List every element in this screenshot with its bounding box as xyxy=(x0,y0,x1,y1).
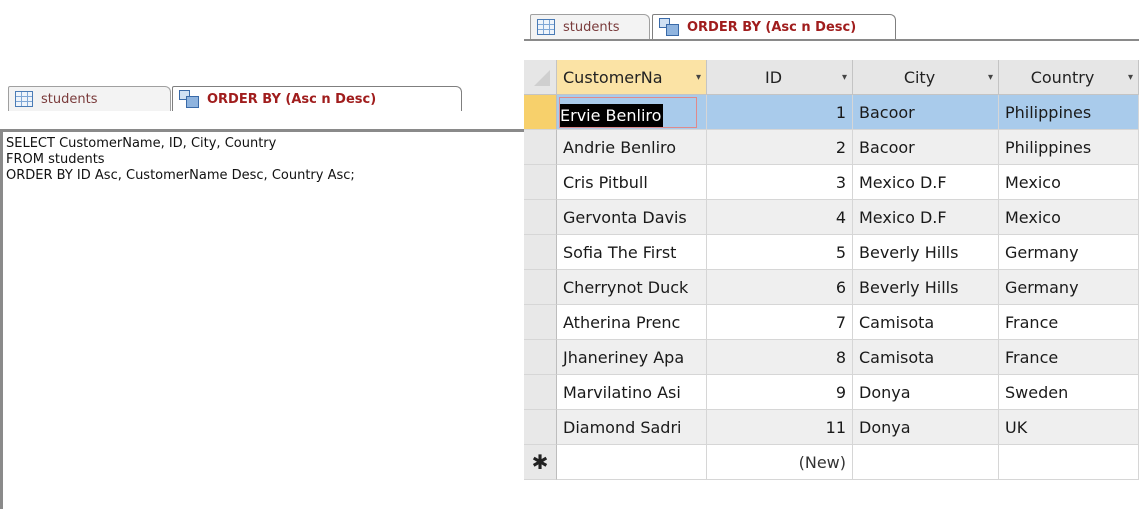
column-header-id[interactable]: ID ▾ xyxy=(707,60,853,95)
cell-customername[interactable]: Andrie Benliro xyxy=(557,130,707,165)
chevron-down-icon[interactable]: ▾ xyxy=(1128,60,1133,94)
cell-country[interactable]: Mexico xyxy=(999,200,1139,235)
cell-customername[interactable] xyxy=(557,445,707,480)
tab-students[interactable]: students xyxy=(530,14,650,39)
cell-country[interactable]: Philippines xyxy=(999,95,1139,130)
chevron-down-icon[interactable]: ▾ xyxy=(696,60,701,94)
cell-country[interactable]: Philippines xyxy=(999,130,1139,165)
cell-country[interactable]: Germany xyxy=(999,270,1139,305)
cell-city[interactable]: Donya xyxy=(853,410,999,445)
tab-label: students xyxy=(563,19,620,35)
record-selector[interactable] xyxy=(524,165,557,200)
new-record-icon[interactable]: ✱ xyxy=(524,445,557,480)
cell-country[interactable]: France xyxy=(999,340,1139,375)
cell-city[interactable]: Camisota xyxy=(853,305,999,340)
cell-customername[interactable]: Marvilatino Asi xyxy=(557,375,707,410)
cell-country[interactable]: UK xyxy=(999,410,1139,445)
document-tabs: students ORDER BY (Asc n Desc) xyxy=(8,86,513,111)
column-header-country[interactable]: Country ▾ xyxy=(999,60,1139,95)
record-selector[interactable] xyxy=(524,410,557,445)
cell-city[interactable]: Mexico D.F xyxy=(853,200,999,235)
cell-id[interactable]: 8 xyxy=(707,340,853,375)
cell-city[interactable]: Donya xyxy=(853,375,999,410)
cell-country[interactable] xyxy=(999,445,1139,480)
cell-customername[interactable]: Cherrynot Duck xyxy=(557,270,707,305)
cell-id[interactable]: 11 xyxy=(707,410,853,445)
cell-id[interactable]: 6 xyxy=(707,270,853,305)
cell-country[interactable]: Germany xyxy=(999,235,1139,270)
cell-country[interactable]: Sweden xyxy=(999,375,1139,410)
chevron-down-icon[interactable]: ▾ xyxy=(842,60,847,94)
tab-divider xyxy=(524,39,1139,41)
cell-city[interactable]: Mexico D.F xyxy=(853,165,999,200)
cell-city[interactable] xyxy=(853,445,999,480)
datasheet-pane: students ORDER BY (Asc n Desc) CustomerN… xyxy=(524,0,1139,509)
sql-view-pane: students ORDER BY (Asc n Desc) SELECT Cu… xyxy=(0,80,525,509)
record-selector[interactable] xyxy=(524,305,557,340)
cell-city[interactable]: Beverly Hills xyxy=(853,235,999,270)
record-selector[interactable] xyxy=(524,130,557,165)
record-selector[interactable] xyxy=(524,340,557,375)
tab-divider xyxy=(0,129,525,132)
record-selector[interactable] xyxy=(524,235,557,270)
cell-id[interactable]: 5 xyxy=(707,235,853,270)
table-icon xyxy=(537,19,555,35)
document-tabs: students ORDER BY (Asc n Desc) xyxy=(530,14,1130,39)
cell-city[interactable]: Bacoor xyxy=(853,130,999,165)
query-icon xyxy=(179,90,199,108)
select-all-corner[interactable] xyxy=(524,60,557,95)
pane-border xyxy=(0,129,3,509)
record-selector[interactable] xyxy=(524,270,557,305)
cell-city[interactable]: Camisota xyxy=(853,340,999,375)
sql-editor[interactable]: SELECT CustomerName, ID, City, Country F… xyxy=(6,136,518,496)
cell-id[interactable]: 9 xyxy=(707,375,853,410)
cell-customername[interactable]: Diamond Sadri xyxy=(557,410,707,445)
cell-id[interactable]: 1 xyxy=(707,95,853,130)
column-header-city[interactable]: City ▾ xyxy=(853,60,999,95)
cell-id[interactable]: 7 xyxy=(707,305,853,340)
cell-customername[interactable]: Gervonta Davis xyxy=(557,200,707,235)
cell-customername[interactable]: Jhaneriney Apa xyxy=(557,340,707,375)
column-header-customername[interactable]: CustomerNa ▾ xyxy=(557,60,707,95)
tab-students[interactable]: students xyxy=(8,86,171,111)
cell-customername[interactable]: Atherina Prenc xyxy=(557,305,707,340)
tab-label: ORDER BY (Asc n Desc) xyxy=(207,91,377,107)
tab-order-by-query[interactable]: ORDER BY (Asc n Desc) xyxy=(172,86,462,111)
cell-id[interactable]: 3 xyxy=(707,165,853,200)
cell-city[interactable]: Bacoor xyxy=(853,95,999,130)
cell-editor[interactable]: Ervie Benliro xyxy=(559,97,697,128)
chevron-down-icon[interactable]: ▾ xyxy=(988,60,993,94)
cell-country[interactable]: Mexico xyxy=(999,165,1139,200)
record-selector[interactable] xyxy=(524,95,557,130)
cell-id[interactable]: (New) xyxy=(707,445,853,480)
cell-country[interactable]: France xyxy=(999,305,1139,340)
table-icon xyxy=(15,91,33,107)
query-icon xyxy=(659,18,679,36)
cell-id[interactable]: 2 xyxy=(707,130,853,165)
cell-id[interactable]: 4 xyxy=(707,200,853,235)
tab-order-by-query[interactable]: ORDER BY (Asc n Desc) xyxy=(652,14,896,39)
record-selector[interactable] xyxy=(524,375,557,410)
record-selector[interactable] xyxy=(524,200,557,235)
cell-customername[interactable]: Ervie Benliro xyxy=(557,95,707,130)
cell-city[interactable]: Beverly Hills xyxy=(853,270,999,305)
cell-customername[interactable]: Cris Pitbull xyxy=(557,165,707,200)
cell-customername[interactable]: Sofia The First xyxy=(557,235,707,270)
tab-label: ORDER BY (Asc n Desc) xyxy=(687,19,857,35)
tab-label: students xyxy=(41,91,98,107)
